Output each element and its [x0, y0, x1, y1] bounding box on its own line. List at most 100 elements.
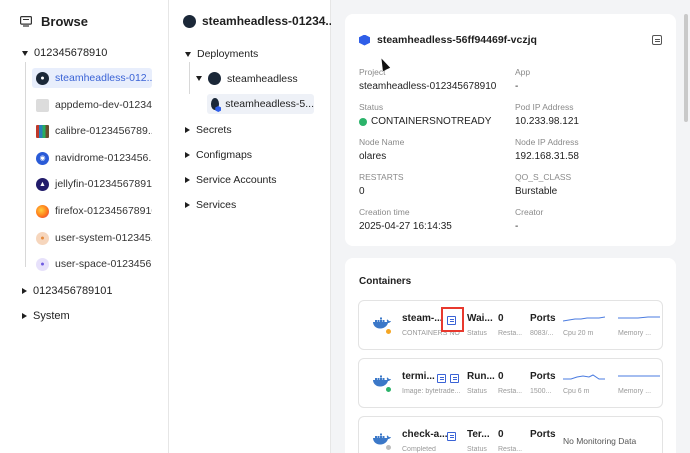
app-item-user-system[interactable]: ● user-system-012345... — [32, 228, 152, 248]
caret-right-icon — [185, 177, 190, 183]
jellyfin-icon: ▲ — [36, 177, 49, 191]
field-value: 192.168.31.58 — [515, 151, 579, 162]
section-label: Secrets — [196, 124, 232, 136]
app-item-appdemo[interactable]: appdemo-dev-01234... — [32, 95, 152, 115]
status-dot-icon — [385, 444, 392, 451]
field-value: CONTAINERSNOTREADY — [371, 116, 492, 127]
field-value: - — [515, 221, 519, 232]
pod-name: steamheadless-56ff94469f-vczjq — [377, 34, 537, 46]
browse-icon — [20, 16, 32, 27]
cpu-sparkline — [563, 316, 605, 322]
caret-right-icon — [22, 313, 27, 319]
memory-sparkline — [618, 316, 660, 319]
pod-badge-icon — [215, 106, 222, 112]
container-row[interactable]: steam-... CONTAINERS NOT Wai... Status 0… — [358, 300, 663, 350]
field-label: Node Name — [359, 137, 405, 147]
cpu-label: Cpu 6 m — [563, 388, 590, 395]
container-status: Wai... — [467, 313, 493, 324]
tree-group-system[interactable]: System — [22, 310, 70, 322]
restarts-key: Resta... — [498, 446, 523, 453]
calibre-icon — [36, 124, 49, 138]
container-restarts: 0 — [498, 371, 504, 382]
app-item-label: user-space-0123456... — [55, 258, 152, 270]
tree-pod-steamheadless[interactable]: steamheadless-5... — [207, 94, 314, 114]
field-value: - — [515, 81, 519, 92]
container-status: Run... — [467, 371, 495, 382]
restarts-key: Resta... — [498, 330, 523, 337]
container-restarts: 0 — [498, 429, 504, 440]
field-app: App - — [515, 67, 530, 92]
yaml-view-icon[interactable] — [652, 35, 662, 45]
field-status: Status CONTAINERSNOTREADY — [359, 102, 491, 127]
tree-deployments[interactable]: Deployments — [185, 48, 258, 60]
app-item-label: firefox-012345678910 — [55, 205, 152, 217]
app-item-user-space[interactable]: ● user-space-0123456... — [32, 254, 152, 274]
tree-group-label: 0123456789101 — [33, 285, 113, 297]
tree-group-012345678910[interactable]: 012345678910 — [22, 47, 107, 59]
terminal-icon[interactable] — [450, 374, 459, 383]
memory-sparkline — [618, 375, 660, 377]
field-node-ip: Node IP Address 192.168.31.58 — [515, 137, 579, 162]
field-value: olares — [359, 151, 387, 162]
container-status: Ter... — [467, 429, 490, 440]
field-value: steamheadless-012345678910 — [359, 81, 497, 92]
app-item-calibre[interactable]: calibre-0123456789... — [32, 121, 152, 141]
status-key: Status — [467, 446, 487, 453]
resource-panel: steamheadless-01234... Deployments steam… — [169, 0, 335, 453]
deployments-label: Deployments — [197, 48, 259, 60]
field-restarts: RESTARTS 0 — [359, 172, 404, 197]
tree-configmaps[interactable]: Configmaps — [185, 149, 252, 161]
app-item-label: steamheadless-012... — [55, 72, 152, 84]
field-value: 2025-04-27 16:14:35 — [359, 221, 452, 232]
field-label: Status — [359, 102, 384, 112]
steam-icon: ● — [36, 71, 49, 85]
appdemo-icon — [36, 98, 49, 112]
container-name: check-a... — [402, 429, 448, 440]
status-key: Status — [467, 388, 487, 395]
field-label: Node IP Address — [515, 137, 579, 147]
highlight-box — [441, 307, 464, 332]
container-row[interactable]: check-a... Completed Ter... Status 0 Res… — [358, 416, 663, 453]
cpu-sparkline — [563, 374, 605, 380]
container-sub: Completed — [402, 446, 436, 453]
status-dot-icon — [385, 328, 392, 335]
ports-label: Ports — [530, 429, 556, 440]
caret-right-icon — [185, 202, 190, 208]
field-value: Burstable — [515, 186, 558, 197]
ports-label: Ports — [530, 313, 556, 324]
user-space-icon: ● — [36, 257, 49, 271]
field-label: Pod IP Address — [515, 102, 574, 112]
status-dot-icon — [385, 386, 392, 393]
log-icon[interactable] — [447, 432, 456, 441]
tree-services[interactable]: Services — [185, 199, 236, 211]
field-label: QO_S_CLASS — [515, 172, 572, 182]
caret-right-icon — [185, 152, 190, 158]
field-node-name: Node Name olares — [359, 137, 404, 162]
app-item-label: calibre-0123456789... — [55, 125, 152, 137]
app-item-jellyfin[interactable]: ▲ jellyfin-012345678910 — [32, 174, 152, 194]
memory-label: Memory ... — [618, 330, 652, 337]
log-icon[interactable] — [437, 374, 446, 383]
app-item-label: appdemo-dev-01234... — [55, 99, 152, 111]
tree-deployment-steamheadless[interactable]: steamheadless — [196, 72, 298, 85]
field-label: Project — [359, 67, 386, 77]
container-row[interactable]: termi... Image: bytetrade... Run... Stat… — [358, 358, 663, 408]
app-item-firefox[interactable]: firefox-012345678910 — [32, 201, 152, 221]
tree-secrets[interactable]: Secrets — [185, 124, 232, 136]
tree-group-label: 012345678910 — [34, 47, 108, 59]
steam-icon — [208, 72, 221, 85]
app-item-navidrome[interactable]: ◉ navidrome-0123456... — [32, 148, 152, 168]
cpu-label: Cpu 20 m — [563, 330, 594, 337]
app-item-label: user-system-012345... — [55, 232, 152, 244]
firefox-icon — [36, 204, 49, 218]
tree-service-accounts[interactable]: Service Accounts — [185, 174, 277, 186]
scrollbar[interactable] — [684, 14, 688, 122]
tree-group-0123456789101[interactable]: 0123456789101 — [22, 285, 113, 297]
container-name: steam-... — [402, 313, 443, 324]
pod-icon — [359, 34, 370, 46]
caret-down-icon — [22, 50, 28, 56]
deployment-label: steamheadless — [227, 72, 298, 85]
app-item-steamheadless[interactable]: ● steamheadless-012... — [32, 68, 152, 88]
field-label: RESTARTS — [359, 172, 404, 182]
no-monitoring-label: No Monitoring Data — [563, 436, 637, 446]
